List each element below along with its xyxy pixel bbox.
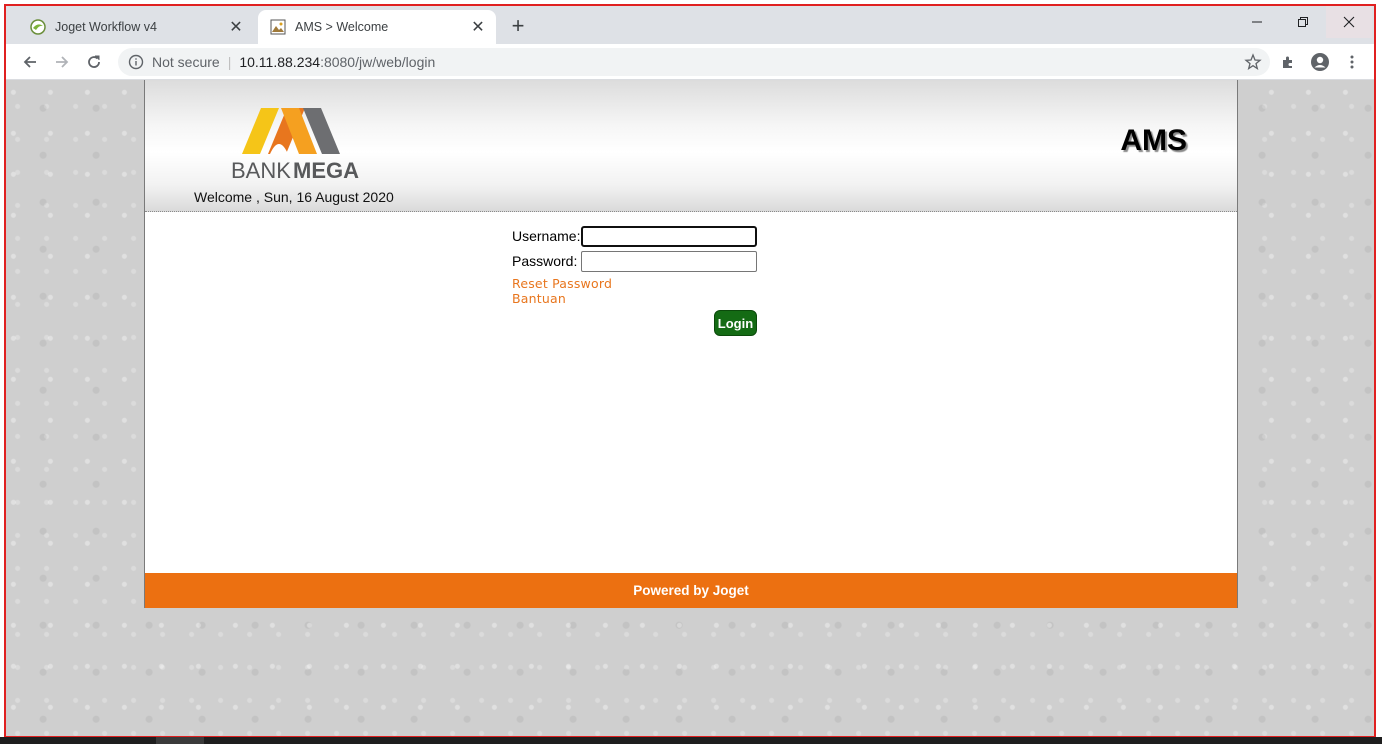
plus-icon[interactable]: + — [506, 13, 530, 38]
taskbar-item[interactable] — [156, 737, 204, 744]
app-title: AMS — [1120, 124, 1187, 157]
url-host: 10.11.88.234 — [239, 54, 321, 70]
reload-icon[interactable] — [82, 50, 106, 74]
reset-password-link[interactable]: Reset Password — [512, 276, 758, 291]
app-container: BANK MEGA Welcome , Sun, 16 August 2020 … — [144, 80, 1238, 608]
joget-icon — [30, 19, 46, 35]
browser-toolbar: Not secure | 10.11.88.234 :8080/jw/web/l… — [6, 44, 1374, 80]
bank-mega-logo: BANK MEGA — [231, 108, 359, 183]
minimize-icon[interactable] — [1234, 6, 1280, 38]
password-label: Password: — [512, 253, 578, 269]
welcome-text: Welcome , Sun, 16 August 2020 — [194, 189, 394, 205]
close-tab-icon[interactable]: ✕ — [226, 17, 246, 37]
tab-title: AMS > Welcome — [295, 20, 389, 34]
taskbar — [0, 737, 1382, 744]
password-row: Password: — [512, 251, 758, 276]
url-path: :8080/jw/web/login — [320, 54, 436, 70]
extensions-icon[interactable] — [1276, 50, 1300, 74]
forward-arrow-icon[interactable] — [50, 50, 74, 74]
browser-window: Joget Workflow v4 ✕ AMS > Welcome ✕ + No… — [4, 4, 1376, 738]
app-header: BANK MEGA Welcome , Sun, 16 August 2020 … — [145, 80, 1237, 212]
login-button[interactable]: Login — [714, 310, 757, 336]
not-secure-label: Not secure — [152, 54, 220, 70]
password-input[interactable] — [581, 251, 757, 272]
username-label: Username: — [512, 228, 581, 244]
info-icon[interactable] — [128, 54, 144, 70]
address-separator: | — [227, 54, 232, 70]
username-row: Username: — [512, 226, 758, 251]
page-image-icon — [270, 19, 286, 35]
close-icon[interactable] — [1326, 6, 1372, 38]
login-form: Username: Password: Reset Password Bantu… — [512, 226, 758, 336]
menu-icon[interactable] — [1340, 50, 1364, 74]
username-input[interactable] — [581, 226, 757, 247]
close-tab-icon[interactable]: ✕ — [468, 17, 488, 37]
logo-mega-text: MEGA — [293, 158, 359, 183]
tab-strip: Joget Workflow v4 ✕ AMS > Welcome ✕ + — [6, 6, 1374, 44]
restore-icon[interactable] — [1280, 6, 1326, 38]
star-icon[interactable] — [1244, 53, 1262, 71]
tab-ams-welcome[interactable]: AMS > Welcome ✕ — [258, 10, 496, 44]
logo-bank-text: BANK — [231, 158, 291, 183]
tab-joget-workflow[interactable]: Joget Workflow v4 ✕ — [18, 10, 254, 44]
tab-title: Joget Workflow v4 — [55, 20, 157, 34]
address-bar[interactable]: Not secure | 10.11.88.234 :8080/jw/web/l… — [118, 48, 1270, 76]
help-link[interactable]: Bantuan — [512, 291, 758, 306]
footer-text: Powered by Joget — [633, 583, 749, 598]
app-footer: Powered by Joget — [145, 573, 1237, 608]
page-viewport: BANK MEGA Welcome , Sun, 16 August 2020 … — [6, 80, 1374, 736]
login-links: Reset Password Bantuan — [512, 276, 758, 306]
back-arrow-icon[interactable] — [18, 50, 42, 74]
account-icon[interactable] — [1308, 50, 1332, 74]
